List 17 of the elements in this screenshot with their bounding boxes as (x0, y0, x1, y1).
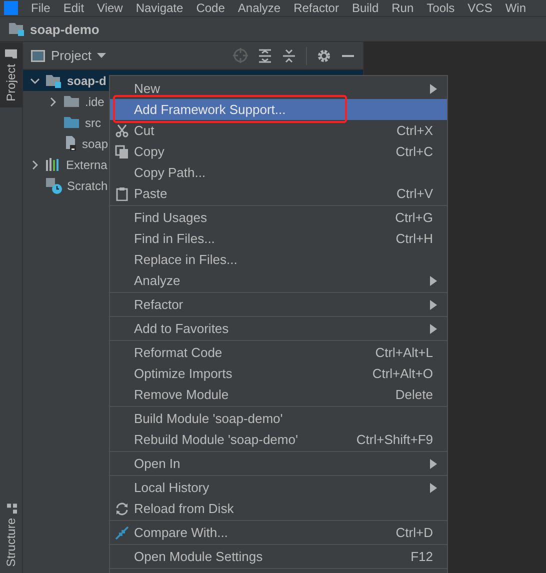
tree-item-label: soap (82, 136, 108, 150)
tree-item-label: src (85, 116, 101, 130)
tree-item-label: Externa (66, 158, 108, 172)
shortcut-text: F12 (410, 549, 434, 564)
shortcut-text: Ctrl+Shift+F9 (356, 432, 434, 447)
shortcut-text: Ctrl+D (396, 525, 434, 540)
shortcut-text: Ctrl+Alt+L (375, 345, 434, 360)
shortcut-text: Delete (395, 387, 434, 402)
tree-item-label: Scratch (67, 178, 108, 192)
shortcut-text: Ctrl+G (395, 210, 434, 225)
tree-item-label: soap-d (67, 74, 106, 88)
shortcut-text: Ctrl+H (396, 231, 434, 246)
tree-item-label: .ide (85, 94, 104, 108)
shortcut-text: Ctrl+V (396, 186, 434, 201)
shortcut-text: Ctrl+Alt+O (372, 366, 434, 381)
shortcut-text: Ctrl+X (396, 123, 434, 138)
shortcut-text: Ctrl+C (396, 144, 434, 159)
